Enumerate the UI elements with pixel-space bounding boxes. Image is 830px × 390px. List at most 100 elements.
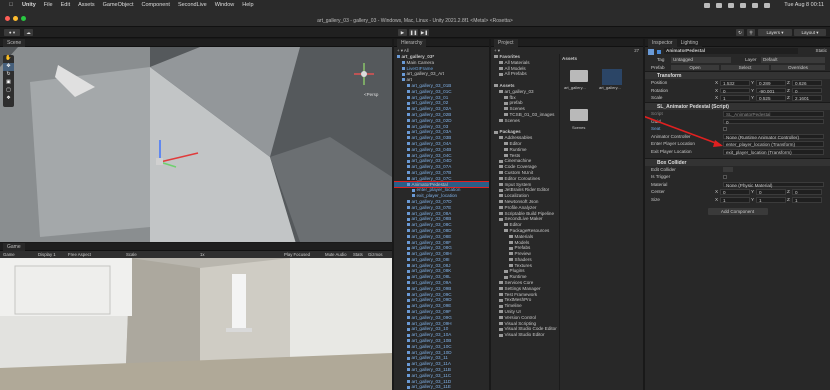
hierarchy-item-label: art_gallery_03_01B [411,82,452,88]
rect-tool-icon[interactable]: ▢ [3,87,14,95]
menu-component[interactable]: Component [142,2,170,8]
pause-button[interactable]: ❚❚ [409,29,418,36]
position-z-field[interactable]: 0.626 [792,80,822,86]
tag-dropdown[interactable]: Untagged [671,57,731,63]
tab-project[interactable]: Project [494,39,518,47]
seat-checkbox[interactable] [723,127,727,132]
folder-icon [494,84,498,88]
play-focused-dropdown[interactable]: Play Focused [284,251,310,258]
scene-viewport[interactable] [0,47,392,242]
menu-edit[interactable]: Edit [61,2,70,8]
tab-game[interactable]: Game [3,243,25,251]
scenes-folder-icon[interactable] [570,109,588,121]
exit-location-field[interactable]: exit_player_location (Transform) [723,148,824,155]
scale-y-field[interactable]: 0.525 [756,95,786,101]
folder-icon [499,66,503,70]
static-toggle[interactable]: Static [816,47,828,55]
window-titlebar: art_gallery_03 - gallery_03 - Windows, M… [0,10,830,27]
center-y-field[interactable]: 0 [756,189,786,195]
object-name-field[interactable]: AnimatorPedestal [664,48,798,54]
animator-controller-label: Animator Controller [651,133,691,139]
cloud-icon[interactable]: ☁ [24,29,33,36]
rotation-y-field[interactable]: -90.001 [756,87,786,94]
menu-secondlive[interactable]: SecondLive [178,2,207,8]
wifi-icon[interactable] [740,2,747,8]
rotation-z-field[interactable]: 0 [792,87,822,94]
script-component-header[interactable]: SL_Animator Pedestal (Script) [645,101,830,110]
image-thumbnail-icon[interactable] [602,69,622,85]
status-icon[interactable] [716,2,723,8]
step-button[interactable]: ▶❚ [420,29,429,36]
scale-z-field[interactable]: 2.1601 [792,95,822,101]
center-x-field[interactable]: 0 [720,189,750,195]
layers-dropdown[interactable]: Layers ▾ [758,29,792,36]
battery-icon[interactable] [728,2,735,8]
material-field[interactable]: None (Physic Material) [723,181,824,188]
tab-lighting[interactable]: Lighting [676,39,703,47]
record-icon[interactable] [704,2,711,8]
menu-window[interactable]: Window [215,2,235,8]
search-icon[interactable] [752,2,759,8]
size-y-field[interactable]: 1 [756,196,786,203]
project-tree-item[interactable]: Visual Studio Editor [491,332,559,338]
control-center-icon[interactable] [764,2,771,8]
guid-field[interactable]: 0 [723,118,824,124]
layout-dropdown[interactable]: Layout ▾ [794,29,826,36]
size-x-field[interactable]: 1 [720,196,750,203]
hand-tool-icon[interactable]: ✋ [3,55,14,63]
rotate-tool-icon[interactable]: ↻ [3,71,14,79]
move-tool-icon[interactable]: ✥ [3,63,14,71]
game-viewport[interactable] [0,258,392,390]
edit-collider-label: Edit Collider [651,166,676,172]
enter-location-field[interactable]: enter_player_location (Transform) [723,141,824,147]
play-button[interactable]: ▶ [398,29,407,36]
scale-x-field[interactable]: 1 [720,95,750,101]
inspector-tab-label: Inspector [652,39,673,46]
center-z-field[interactable]: 0 [792,189,822,195]
scenes-folder-label: Scenes [572,125,586,130]
history-icon[interactable]: ↻ [736,29,744,36]
tab-scene[interactable]: Scene [3,39,26,47]
prefab-overrides-dropdown[interactable]: Overrides [771,64,825,71]
position-y-field[interactable]: 0.289 [756,80,786,86]
box-collider-header[interactable]: Box Collider [645,157,830,166]
add-component-button[interactable]: Add Component [707,207,768,215]
edit-collider-button[interactable] [723,167,733,173]
menu-help[interactable]: Help [242,2,253,8]
prefab-open-button[interactable]: Open [671,64,719,71]
apple-icon[interactable]:  [8,2,14,8]
scale-tool-icon[interactable]: ▣ [3,79,14,87]
is-trigger-checkbox[interactable] [723,175,727,180]
hierarchy-search[interactable]: + ▾ All [394,47,489,54]
menu-file[interactable]: File [44,2,53,8]
menu-app[interactable]: Unity [22,2,36,8]
prefab-select-button[interactable]: Select [721,64,769,71]
layer-dropdown[interactable]: Default [761,57,825,63]
persp-label[interactable]: <Persp [364,92,378,97]
animator-controller-field[interactable]: None (Runtime Animator Controller) [723,133,824,140]
gizmos-toggle[interactable]: Gizmos [368,251,383,258]
object-header: AnimatorPedestal Static [645,47,830,56]
game-display-dropdown[interactable]: Game [3,251,15,258]
active-checkbox[interactable] [657,49,661,54]
tab-hierarchy[interactable]: Hierarchy [397,39,427,47]
stats-toggle[interactable]: Stats [353,251,363,258]
folder-icon[interactable] [570,70,588,82]
size-z-field[interactable]: 1 [792,196,822,203]
position-x-field[interactable]: 1.532 [720,80,750,86]
transform-tool-icon[interactable]: ❖ [3,95,14,103]
aspect-select[interactable]: Free Aspect [68,251,91,258]
display-select[interactable]: Display 1 [38,251,56,258]
search-toolbar-icon[interactable]: ⚲ [747,29,755,36]
transform-header[interactable]: Transform [645,71,830,80]
gameobject-icon [412,194,415,198]
gameobject-icon [407,374,410,378]
menu-assets[interactable]: Assets [78,2,95,8]
rotation-x-field[interactable]: 0 [720,87,750,94]
account-button[interactable]: ● ▾ [4,29,20,36]
menu-gameobject[interactable]: GameObject [103,2,134,8]
mute-audio-toggle[interactable]: Mute Audio [325,251,347,258]
hierarchy-item[interactable]: art_gallery_03_11E [394,384,489,390]
tab-inspector[interactable]: Inspector [648,39,677,47]
scale-value[interactable]: 1x [200,251,205,258]
